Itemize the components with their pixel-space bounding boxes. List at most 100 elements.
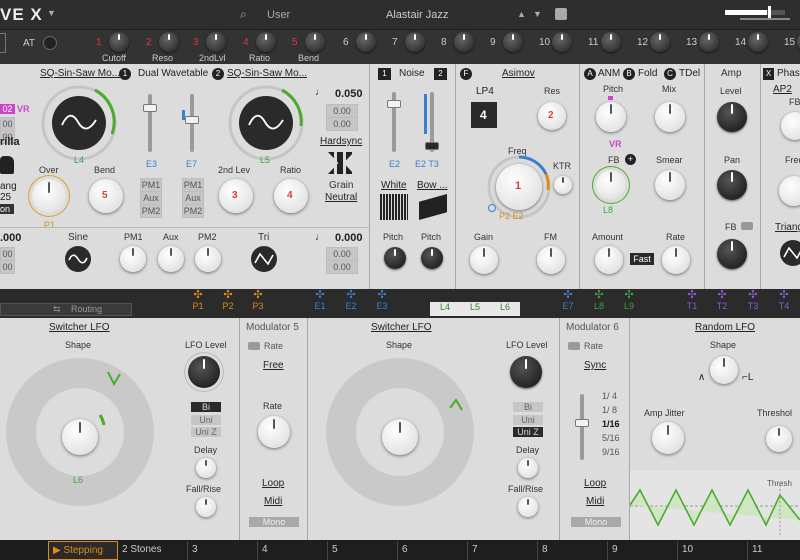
osc2-aux-tag[interactable]: Aux	[182, 191, 204, 205]
lfo1-bi-option[interactable]: Bi	[191, 402, 221, 412]
phaser-mode[interactable]: AP2	[773, 84, 792, 95]
routing-button[interactable]: ⇆ Routing	[0, 303, 132, 316]
grain-icon[interactable]	[328, 152, 354, 174]
mod-tab-e2[interactable]: ✣ E2	[336, 289, 366, 311]
macro-7-knob[interactable]	[405, 32, 425, 52]
neutral-label[interactable]: Neutral	[325, 192, 357, 203]
macro-13-knob[interactable]	[699, 32, 719, 52]
fx-rate-knob[interactable]	[662, 246, 690, 274]
osc2-tune-value3[interactable]: 0.00	[326, 117, 358, 131]
osc1-pm2-tag[interactable]: PM2	[140, 204, 162, 218]
fx-b-badge[interactable]: B	[623, 68, 635, 80]
over-knob[interactable]	[32, 179, 66, 213]
master-volume-slider[interactable]	[725, 10, 785, 15]
mod-tab-l4[interactable]: L4	[430, 302, 460, 316]
mod6-division-option[interactable]: 9/16	[602, 447, 620, 457]
mod6-mono[interactable]: Mono	[571, 517, 621, 527]
mod-tab-l6[interactable]: L6	[490, 302, 520, 316]
second-lev-knob[interactable]: 3	[219, 179, 253, 213]
fx-c-name[interactable]: TDel	[679, 68, 700, 79]
browser-label[interactable]: User	[267, 9, 290, 21]
mod5-rate-knob[interactable]	[258, 416, 290, 448]
macro-8-knob[interactable]	[454, 32, 474, 52]
osc2-wavetable-name[interactable]: SQ-Sin-Saw Mo...	[227, 68, 307, 79]
fx-fast-button[interactable]: Fast	[630, 253, 654, 265]
lfo1-fall-knob[interactable]	[196, 497, 216, 517]
lfo2-bi-option[interactable]: Bi	[513, 402, 543, 412]
scene-tab-5[interactable]: 5	[328, 541, 398, 560]
sub1-value[interactable]: .000	[0, 232, 21, 244]
mod-tab-t1[interactable]: ✣ T1	[677, 289, 707, 311]
fx-pitch-knob[interactable]	[596, 102, 626, 132]
lfo1-level-knob[interactable]	[188, 356, 220, 388]
lfo2-uni-option[interactable]: Uni	[513, 415, 543, 425]
fx-fb-plus-icon[interactable]: +	[625, 154, 636, 165]
scene-tab-2[interactable]: 2 Stones	[118, 541, 188, 560]
mod-tab-p2[interactable]: ✣ P2	[213, 289, 243, 311]
gain-knob[interactable]	[470, 246, 498, 274]
preset-name[interactable]: Alastair Jazz	[386, 9, 448, 21]
mod-tab-l9[interactable]: ✣ L9	[614, 289, 644, 311]
scene-tab-3[interactable]: 3	[188, 541, 258, 560]
osc1-pm1-tag[interactable]: PM1	[140, 178, 162, 192]
mod6-midi[interactable]: Midi	[586, 496, 604, 507]
lfo1-shape-knob[interactable]	[62, 419, 98, 455]
osc1-wave-display[interactable]	[40, 84, 118, 162]
macro-9-knob[interactable]	[503, 32, 523, 52]
ratio-knob[interactable]: 4	[274, 179, 308, 213]
fx-c-badge[interactable]: C	[664, 68, 676, 80]
sub2-value2[interactable]: 0.00	[326, 247, 358, 261]
macro-4-knob[interactable]	[256, 32, 276, 52]
scene-tab-10[interactable]: 10	[678, 541, 748, 560]
res-knob[interactable]: 2	[538, 102, 566, 130]
noise-badge-1[interactable]: 1	[378, 68, 391, 80]
mod5-mono[interactable]: Mono	[249, 517, 299, 527]
macro-1-knob[interactable]	[109, 32, 129, 52]
noise1-slider[interactable]	[387, 92, 401, 152]
mod6-division-option[interactable]: 1/ 8	[602, 405, 617, 415]
osc1-wavetable-name[interactable]: SQ-Sin-Saw Mo...	[40, 68, 120, 79]
mod-tab-l8[interactable]: ✣ L8	[584, 289, 614, 311]
fx-b-name[interactable]: Fold	[638, 68, 657, 79]
fx-a-name[interactable]: ANM	[598, 68, 620, 79]
menu-dropdown-icon[interactable]: ▼	[47, 8, 56, 18]
lfo1-uniz-option[interactable]: Uni Z	[191, 427, 221, 437]
macro-left-button[interactable]	[0, 33, 6, 53]
mod5-free-mode[interactable]: Free	[263, 360, 284, 371]
aftertouch-indicator[interactable]	[43, 36, 57, 50]
mod5-rate-toggle[interactable]	[248, 342, 260, 350]
osc1-left-word3[interactable]: on	[0, 204, 14, 214]
macro-11-knob[interactable]	[601, 32, 621, 52]
fx-smear-knob[interactable]	[655, 170, 685, 200]
lfo2-delay-knob[interactable]	[518, 458, 538, 478]
mod-tab-l5[interactable]: L5	[460, 302, 490, 316]
lfo1-uni-option[interactable]: Uni	[191, 415, 221, 425]
mod-tab-e7[interactable]: ✣ E7	[553, 289, 583, 311]
mod-tab-t2[interactable]: ✣ T2	[707, 289, 737, 311]
freq-knob[interactable]: 1	[496, 164, 542, 210]
pm1-knob[interactable]	[120, 246, 146, 272]
mod6-sync-mode[interactable]: Sync	[584, 360, 606, 371]
triangle-wave-icon[interactable]	[250, 245, 278, 273]
fm-knob[interactable]	[537, 246, 565, 274]
scene-tab-1[interactable]: ▶ Stepping	[48, 541, 118, 560]
macro-10-knob[interactable]	[552, 32, 572, 52]
prev-preset-icon[interactable]: ▲	[517, 9, 526, 19]
mod6-division-option[interactable]: 1/16	[602, 419, 620, 429]
mod-tab-t4[interactable]: ✣ T4	[769, 289, 799, 311]
fx-amount-knob[interactable]	[595, 246, 623, 274]
scene-tab-6[interactable]: 6	[398, 541, 468, 560]
mod5-loop[interactable]: Loop	[262, 478, 284, 489]
mod-tab-e1[interactable]: ✣ E1	[305, 289, 335, 311]
mod6-rate-slider[interactable]	[575, 394, 589, 460]
fx-a-badge[interactable]: A	[584, 68, 596, 80]
fx-fb-knob[interactable]	[596, 170, 626, 200]
threshold-knob[interactable]	[766, 426, 792, 452]
noise1-pitch-knob[interactable]	[384, 247, 406, 269]
random-lfo-title[interactable]: Random LFO	[695, 322, 755, 333]
save-icon[interactable]	[555, 8, 567, 20]
amp-fb-knob[interactable]	[717, 239, 747, 269]
bow-noise-label[interactable]: Bow ...	[417, 180, 448, 191]
mod5-midi[interactable]: Midi	[264, 496, 282, 507]
lfo1-title[interactable]: Switcher LFO	[49, 322, 110, 333]
